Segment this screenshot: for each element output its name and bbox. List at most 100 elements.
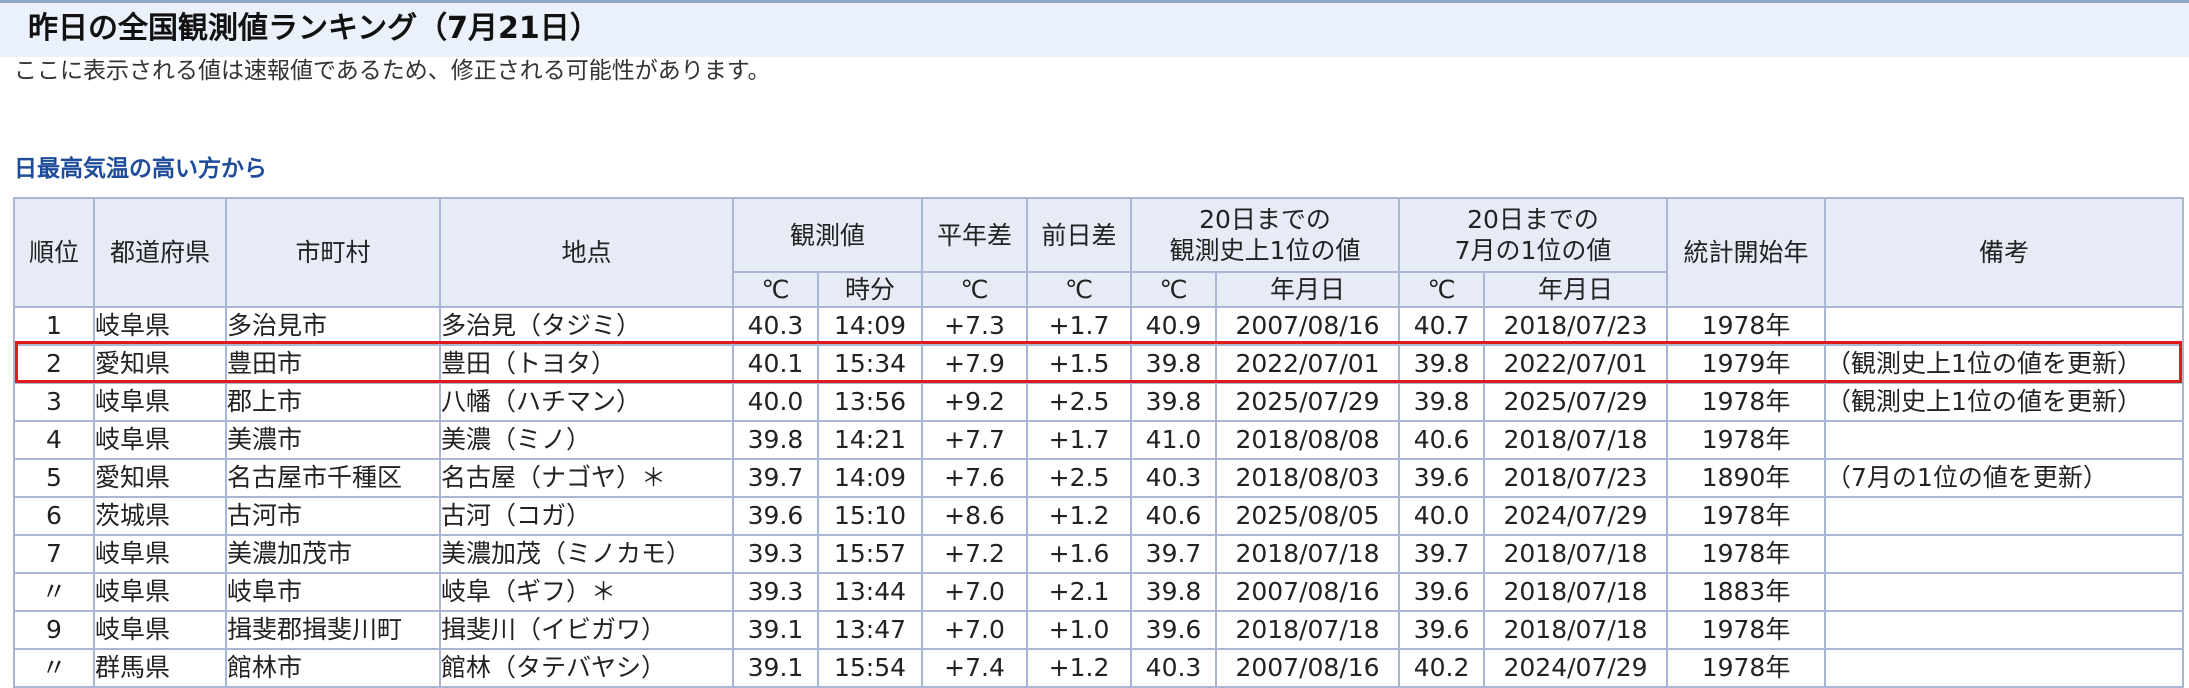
cell-normal-diff: +7.7: [921, 420, 1029, 460]
table-row: 1 岐阜県 多治見市 多治見（タジミ） 40.3 14:09 +7.3 +1.7…: [13, 306, 2185, 346]
cell-station: 古河（コガ）: [439, 496, 734, 536]
cell-record-july-date: 2018/07/23: [1483, 306, 1669, 346]
cell-record-all-temp: 39.7: [1130, 534, 1218, 574]
cell-record-july-temp: 39.6: [1398, 610, 1486, 650]
cell-record-july-temp: 39.7: [1398, 534, 1486, 574]
title-bar: 昨日の全国観測値ランキング（7月21日）: [0, 0, 2189, 57]
table-row-highlighted: 2 愛知県 豊田市 豊田（トヨタ） 40.1 15:34 +7.9 +1.5 3…: [13, 344, 2185, 384]
cell-time: 13:44: [816, 572, 924, 612]
cell-record-july-temp: 39.6: [1398, 572, 1486, 612]
cell-normal-diff: +8.6: [921, 496, 1029, 536]
cell-temp: 39.3: [732, 572, 819, 612]
cell-municipality: 豊田市: [225, 344, 441, 384]
cell-station: 豊田（トヨタ）: [439, 344, 734, 384]
cell-record-july-date: 2024/07/29: [1483, 496, 1669, 536]
table-header: 順位 都道府県 市町村 地点 観測値 平年差 前日差 20日までの 観測史上1位…: [13, 197, 2185, 308]
cell-municipality: 郡上市: [225, 382, 441, 422]
header-record-all: 20日までの 観測史上1位の値: [1130, 197, 1401, 273]
cell-prev-diff: +2.1: [1026, 572, 1133, 612]
table-row: 6 茨城県 古河市 古河（コガ） 39.6 15:10 +8.6 +1.2 40…: [13, 496, 2185, 536]
cell-prefecture: 岐阜県: [93, 306, 227, 346]
cell-prev-diff: +1.7: [1026, 420, 1133, 460]
cell-start-year: 1979年: [1666, 344, 1827, 384]
cell-station: 揖斐川（イビガワ）: [439, 610, 734, 650]
cell-prev-diff: +1.7: [1026, 306, 1133, 346]
table-row: 5 愛知県 名古屋市千種区 名古屋（ナゴヤ）＊ 39.7 14:09 +7.6 …: [13, 458, 2185, 498]
cell-record-all-temp: 41.0: [1130, 420, 1218, 460]
cell-temp: 40.1: [732, 344, 819, 384]
cell-record-all-date: 2018/07/18: [1215, 610, 1401, 650]
cell-rank: 2: [13, 344, 95, 384]
cell-normal-diff: +9.2: [921, 382, 1029, 422]
cell-record-july-date: 2024/07/29: [1483, 648, 1669, 688]
cell-record-all-temp: 40.9: [1130, 306, 1218, 346]
cell-start-year: 1978年: [1666, 306, 1827, 346]
cell-time: 15:57: [816, 534, 924, 574]
cell-municipality: 名古屋市千種区: [225, 458, 441, 498]
subheader-record-all-date: 年月日: [1215, 271, 1401, 308]
cell-start-year: 1978年: [1666, 534, 1827, 574]
cell-prefecture: 愛知県: [93, 344, 227, 384]
header-station: 地点: [439, 197, 734, 308]
cell-station: 岐阜（ギフ）＊: [439, 572, 734, 612]
header-normal-diff: 平年差: [921, 197, 1029, 273]
cell-time: 14:21: [816, 420, 924, 460]
cell-remarks: （観測史上1位の値を更新）: [1824, 382, 2185, 422]
page-title: 昨日の全国観測値ランキング（7月21日）: [28, 11, 600, 46]
table-row: 7 岐阜県 美濃加茂市 美濃加茂（ミノカモ） 39.3 15:57 +7.2 +…: [13, 534, 2185, 574]
cell-start-year: 1883年: [1666, 572, 1827, 612]
header-observed: 観測値: [731, 197, 924, 273]
cell-remarks: [1824, 610, 2185, 650]
ranking-table: 順位 都道府県 市町村 地点 観測値 平年差 前日差 20日までの 観測史上1位…: [13, 197, 2185, 688]
cell-station: 美濃（ミノ）: [439, 420, 734, 460]
cell-record-all-temp: 39.8: [1130, 572, 1218, 612]
cell-record-july-temp: 40.2: [1398, 648, 1486, 688]
header-record-all-line1: 20日までの: [1199, 205, 1331, 234]
cell-rank: 〃: [13, 648, 95, 688]
subheader-record-all-temp: ℃: [1130, 271, 1218, 308]
cell-municipality: 多治見市: [225, 306, 441, 346]
cell-normal-diff: +7.2: [921, 534, 1029, 574]
cell-rank: 4: [13, 420, 95, 460]
cell-time: 14:09: [816, 458, 924, 498]
cell-municipality: 古河市: [225, 496, 441, 536]
table-row: 3 岐阜県 郡上市 八幡（ハチマン） 40.0 13:56 +9.2 +2.5 …: [13, 382, 2185, 422]
cell-record-all-date: 2007/08/16: [1215, 572, 1401, 612]
cell-station: 館林（タテバヤシ）: [439, 648, 734, 688]
subheader-prev-day-diff-unit: ℃: [1026, 271, 1133, 308]
cell-station: 多治見（タジミ）: [439, 306, 734, 346]
cell-record-july-date: 2018/07/18: [1483, 610, 1669, 650]
cell-start-year: 1978年: [1666, 648, 1827, 688]
cell-record-all-temp: 40.3: [1130, 648, 1218, 688]
cell-start-year: 1978年: [1666, 610, 1827, 650]
cell-normal-diff: +7.0: [921, 610, 1029, 650]
cell-record-july-date: 2018/07/18: [1483, 534, 1669, 574]
cell-municipality: 美濃加茂市: [225, 534, 441, 574]
cell-prefecture: 岐阜県: [93, 610, 227, 650]
cell-temp: 40.0: [732, 382, 819, 422]
cell-rank: 1: [13, 306, 95, 346]
cell-record-july-date: 2018/07/23: [1483, 458, 1669, 498]
cell-temp: 39.6: [732, 496, 819, 536]
cell-prev-diff: +1.0: [1026, 610, 1133, 650]
header-remarks: 備考: [1824, 197, 2185, 308]
cell-prev-diff: +1.2: [1026, 496, 1133, 536]
cell-temp: 39.1: [732, 648, 819, 688]
header-prev-day-diff: 前日差: [1026, 197, 1133, 273]
cell-prefecture: 岐阜県: [93, 420, 227, 460]
cell-municipality: 館林市: [225, 648, 441, 688]
cell-time: 14:09: [816, 306, 924, 346]
cell-prev-diff: +1.2: [1026, 648, 1133, 688]
cell-prefecture: 岐阜県: [93, 382, 227, 422]
cell-record-july-temp: 40.0: [1398, 496, 1486, 536]
cell-remarks: （7月の1位の値を更新）: [1824, 458, 2185, 498]
cell-prev-diff: +1.6: [1026, 534, 1133, 574]
cell-time: 13:47: [816, 610, 924, 650]
cell-station: 名古屋（ナゴヤ）＊: [439, 458, 734, 498]
cell-rank: 3: [13, 382, 95, 422]
table-row: 9 岐阜県 揖斐郡揖斐川町 揖斐川（イビガワ） 39.1 13:47 +7.0 …: [13, 610, 2185, 650]
cell-rank: 5: [13, 458, 95, 498]
cell-temp: 39.8: [732, 420, 819, 460]
cell-start-year: 1978年: [1666, 496, 1827, 536]
cell-record-all-date: 2025/08/05: [1215, 496, 1401, 536]
